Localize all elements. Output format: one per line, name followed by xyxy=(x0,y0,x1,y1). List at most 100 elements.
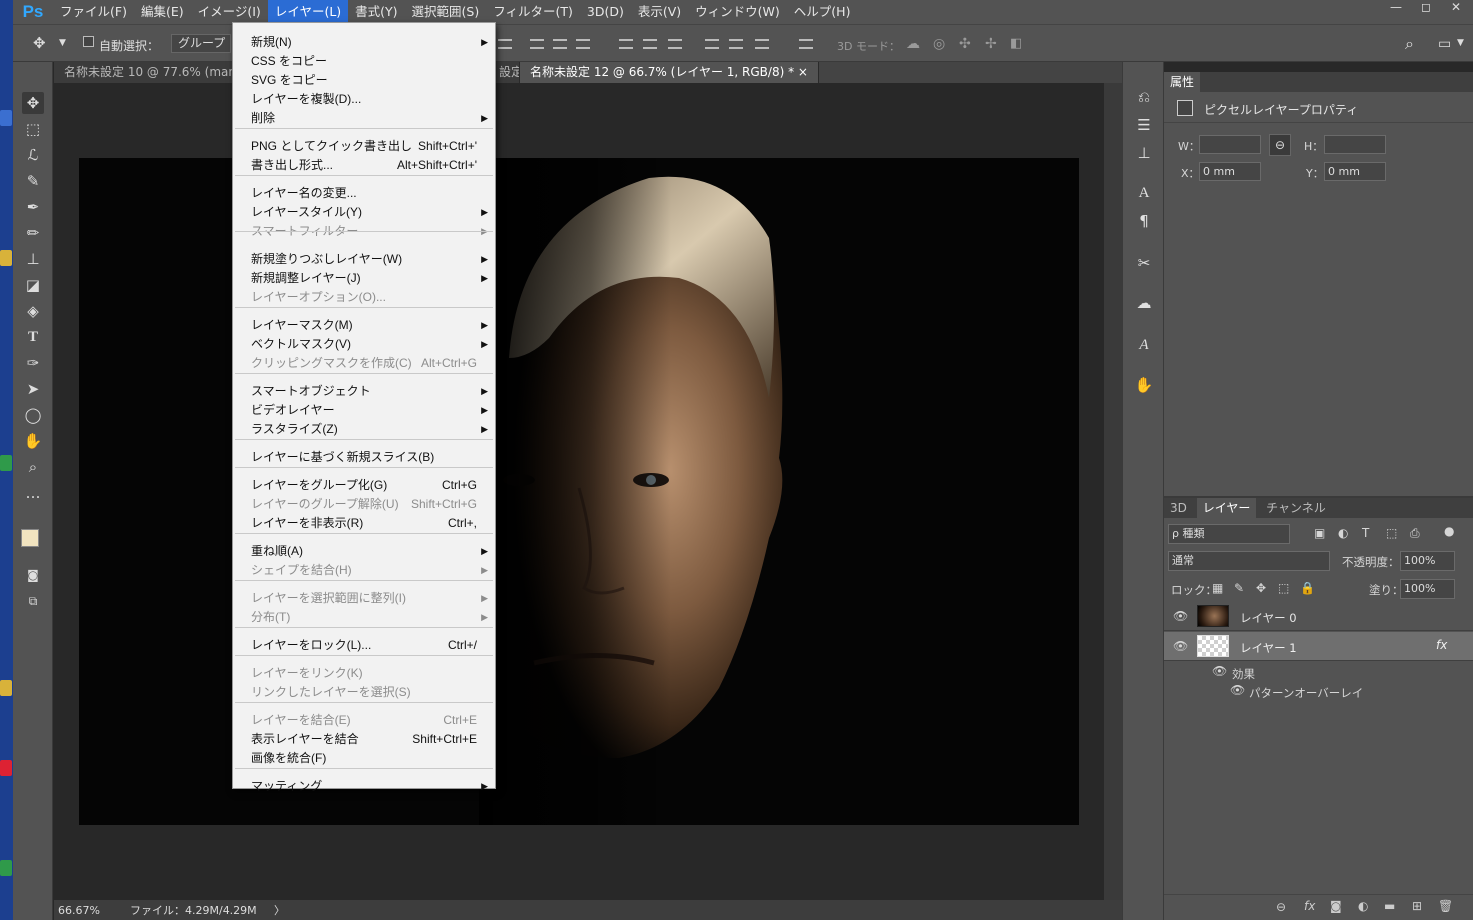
menu-item[interactable]: PNG としてクイック書き出し Shift+Ctrl+' xyxy=(233,137,495,156)
clone-source-panel-icon[interactable]: ⊥ xyxy=(1133,142,1155,164)
taskbar-app-icon[interactable] xyxy=(0,680,12,696)
lock-pixels-icon[interactable]: ✎ xyxy=(1234,581,1244,595)
link-dimensions-icon[interactable]: ⊖ xyxy=(1269,134,1291,156)
y-field[interactable]: 0 mm xyxy=(1324,162,1386,181)
effect-item[interactable]: パターンオーバーレイ xyxy=(1249,685,1363,701)
lock-transparency-icon[interactable]: ▦ xyxy=(1212,581,1223,595)
menu-type[interactable]: 書式(Y) xyxy=(348,0,404,24)
menu-file[interactable]: ファイル(F) xyxy=(53,0,134,24)
3d-scale-icon[interactable]: ◧ xyxy=(1010,36,1022,51)
x-field[interactable]: 0 mm xyxy=(1199,162,1261,181)
paint-bucket-tool-icon[interactable]: ◈ xyxy=(22,300,44,322)
workspace-icon[interactable]: ▭ xyxy=(1438,36,1451,52)
menu-edit[interactable]: 編集(E) xyxy=(134,0,191,24)
menu-layer[interactable]: レイヤー(L) xyxy=(267,0,349,24)
minimize-button[interactable]: — xyxy=(1385,0,1407,18)
eye-icon[interactable]: 👁 xyxy=(1212,664,1227,678)
menu-item[interactable]: レイヤー名の変更... xyxy=(233,184,495,203)
maximize-button[interactable]: ◻ xyxy=(1415,0,1437,18)
menu-item[interactable]: ビデオレイヤー ▶ xyxy=(233,401,495,420)
layer-name[interactable]: レイヤー 0 xyxy=(1240,610,1297,626)
menu-item[interactable]: 新規(N) ▶ xyxy=(233,33,495,52)
move-tool-icon[interactable]: ✥ xyxy=(22,92,44,114)
delete-layer-icon[interactable]: 🗑 xyxy=(1438,899,1453,913)
close-window-button[interactable]: ✕ xyxy=(1445,0,1467,18)
filter-pixel-icon[interactable]: ▣ xyxy=(1314,526,1325,540)
opacity-field[interactable]: 100% xyxy=(1400,551,1455,571)
fill-field[interactable]: 100% xyxy=(1400,579,1455,599)
tab-properties[interactable]: 属性 xyxy=(1164,72,1201,92)
eye-icon[interactable]: 👁 xyxy=(1230,683,1245,697)
menu-item[interactable]: ラスタライズ(Z) ▶ xyxy=(233,420,495,439)
menu-item[interactable]: レイヤーをグループ化(G) Ctrl+G xyxy=(233,476,495,495)
autoselect-dropdown[interactable]: グループ xyxy=(171,34,231,53)
search-icon[interactable]: ⌕ xyxy=(1405,34,1414,54)
filter-adjust-icon[interactable]: ◐ xyxy=(1338,526,1348,540)
3d-orbit-icon[interactable]: ☁ xyxy=(906,36,920,52)
status-expand-icon[interactable]: 〉 xyxy=(274,902,285,918)
libraries-icon[interactable]: ☁ xyxy=(1133,292,1155,314)
canvas[interactable] xyxy=(79,158,1079,825)
distribute-bottom-icon[interactable] xyxy=(668,39,682,49)
menu-item[interactable]: 新規調整レイヤー(J) ▶ xyxy=(233,269,495,288)
chevron-down-icon[interactable]: ▼ xyxy=(59,38,66,48)
foreground-color-swatch[interactable] xyxy=(21,529,39,547)
menu-item[interactable]: マッティング ▶ xyxy=(233,777,495,796)
tab-close-icon[interactable]: × xyxy=(798,65,808,79)
menu-item[interactable]: CSS をコピー xyxy=(233,52,495,71)
tab-layers[interactable]: レイヤー xyxy=(1196,498,1257,518)
add-mask-icon[interactable]: ◙ xyxy=(1330,899,1342,913)
add-style-icon[interactable]: fx xyxy=(1304,899,1315,913)
screen-mode-icon[interactable]: ⧉ xyxy=(22,590,44,612)
tool-presets-icon[interactable]: ✂ xyxy=(1133,252,1155,274)
distribute-hcenter-icon[interactable] xyxy=(729,39,743,49)
history-panel-icon[interactable]: ⎌ xyxy=(1133,86,1155,108)
3d-roll-icon[interactable]: ◎ xyxy=(933,36,945,52)
adjustments-panel-icon[interactable]: ☰ xyxy=(1133,114,1155,136)
menu-item[interactable]: レイヤーに基づく新規スライス(B) xyxy=(233,448,495,467)
menu-item[interactable]: 重ね順(A) ▶ xyxy=(233,542,495,561)
marquee-tool-icon[interactable]: ⬚ xyxy=(22,118,44,140)
menu-item[interactable]: SVG をコピー xyxy=(233,71,495,90)
taskbar-app-icon[interactable] xyxy=(0,860,12,876)
lock-all-icon[interactable]: 🔒 xyxy=(1300,581,1315,595)
menu-item[interactable]: レイヤーをロック(L)... Ctrl+/ xyxy=(233,636,495,655)
menu-item[interactable]: レイヤースタイル(Y) ▶ xyxy=(233,203,495,222)
eraser-tool-icon[interactable]: ◪ xyxy=(22,274,44,296)
taskbar-app-icon[interactable] xyxy=(0,760,12,776)
align-left-icon[interactable] xyxy=(530,39,544,49)
hand-tool-icon[interactable]: ✋ xyxy=(22,430,44,452)
menu-window[interactable]: ウィンドウ(W) xyxy=(688,0,787,24)
menu-view[interactable]: 表示(V) xyxy=(631,0,688,24)
taskbar-app-icon[interactable] xyxy=(0,455,12,471)
menu-image[interactable]: イメージ(I) xyxy=(191,0,268,24)
align-hcenter-icon[interactable] xyxy=(553,39,567,49)
filter-shape-icon[interactable]: ⬚ xyxy=(1386,526,1397,540)
zoom-level[interactable]: 66.67% xyxy=(54,904,124,917)
align-right-icon[interactable] xyxy=(576,39,590,49)
character-panel-icon[interactable]: A xyxy=(1133,182,1155,204)
stamp-tool-icon[interactable]: ⊥ xyxy=(22,248,44,270)
filter-type-icon[interactable]: T xyxy=(1362,526,1369,540)
path-select-tool-icon[interactable]: ➤ xyxy=(22,378,44,400)
distribute-left-icon[interactable] xyxy=(705,39,719,49)
new-layer-icon[interactable]: ⊞ xyxy=(1412,899,1422,913)
align-top-icon[interactable] xyxy=(498,39,512,49)
eyedropper-tool-icon[interactable]: ✒ xyxy=(22,196,44,218)
3d-pan-icon[interactable]: ✣ xyxy=(959,36,971,52)
filter-smart-icon[interactable]: ⎙ xyxy=(1410,526,1420,541)
layer-name[interactable]: レイヤー 1 xyxy=(1240,640,1297,656)
pen-tool-icon[interactable]: ✑ xyxy=(22,352,44,374)
menu-filter[interactable]: フィルター(T) xyxy=(486,0,580,24)
eye-icon[interactable]: 👁 xyxy=(1173,609,1188,623)
distribute-top-icon[interactable] xyxy=(619,39,633,49)
menu-item[interactable]: レイヤーを複製(D)... xyxy=(233,90,495,109)
distribute-right-icon[interactable] xyxy=(755,39,769,49)
quick-mask-icon[interactable]: ◙ xyxy=(22,564,44,586)
menu-item[interactable]: レイヤーを非表示(R) Ctrl+, xyxy=(233,514,495,533)
lock-position-icon[interactable]: ✥ xyxy=(1256,581,1266,595)
layer-filter-dropdown[interactable]: ρ 種類 xyxy=(1168,524,1290,544)
menu-item[interactable]: 削除 ▶ xyxy=(233,109,495,128)
menu-3d[interactable]: 3D(D) xyxy=(580,0,631,24)
tab-channels[interactable]: チャンネル xyxy=(1260,498,1332,518)
